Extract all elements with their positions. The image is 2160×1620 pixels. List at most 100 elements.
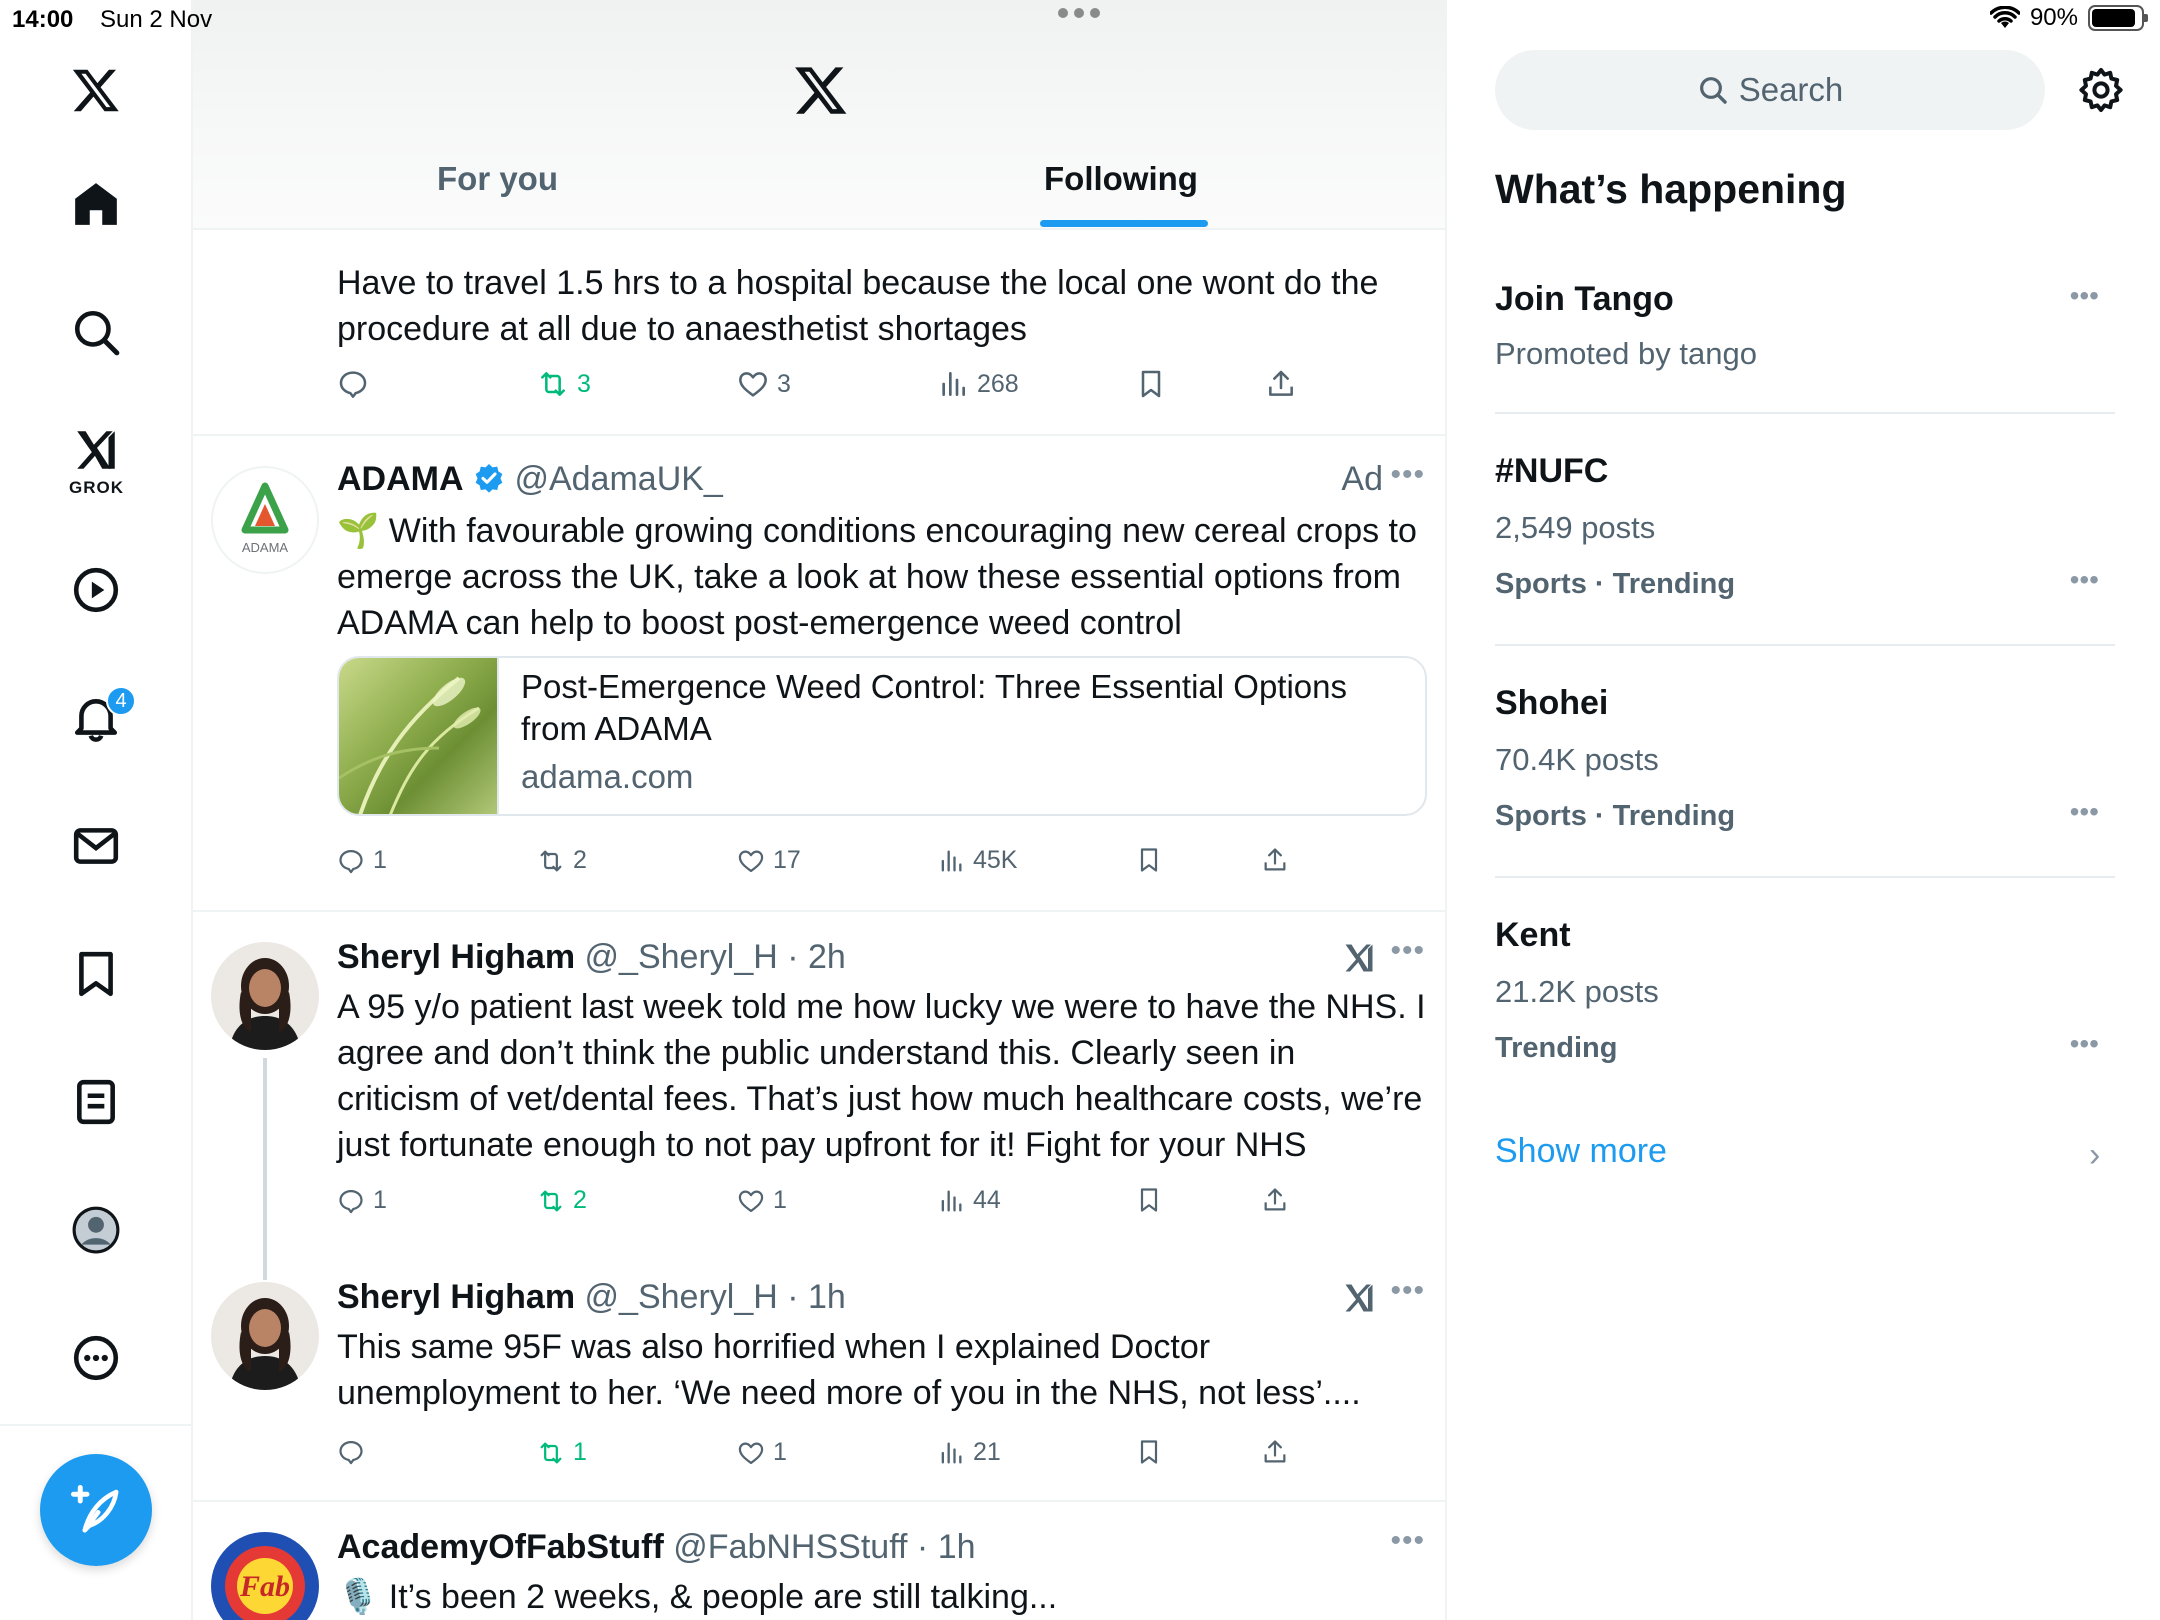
settings-gear-icon[interactable] bbox=[2077, 66, 2125, 114]
profile-avatar-icon[interactable] bbox=[64, 1198, 128, 1262]
lists-document-icon[interactable] bbox=[64, 1070, 128, 1134]
tweet[interactable]: Sheryl Higham @_Sheryl_H · 1h ••• This s… bbox=[193, 1252, 1445, 1502]
trend-more-menu-icon[interactable]: ••• bbox=[2070, 1028, 2099, 1060]
trend-post-count: 21.2K posts bbox=[1495, 974, 1659, 1009]
grok-explain-icon[interactable] bbox=[1341, 940, 1377, 976]
battery-icon bbox=[2088, 5, 2148, 31]
views-chart-icon bbox=[942, 372, 965, 396]
right-sidebar: Search What’s happening Join Tango Promo… bbox=[1449, 0, 2160, 1620]
more-options-icon[interactable] bbox=[64, 1326, 128, 1390]
avatar[interactable] bbox=[211, 1282, 319, 1390]
views-chart-icon bbox=[941, 1190, 962, 1211]
author-handle[interactable]: @AdamaUK_ bbox=[514, 460, 722, 498]
author-name[interactable]: Sheryl Higham bbox=[337, 938, 575, 976]
grok-icon[interactable] bbox=[64, 418, 128, 482]
repost-button[interactable]: 2 bbox=[537, 1186, 587, 1215]
repost-button[interactable]: 2 bbox=[537, 846, 587, 875]
like-count: 1 bbox=[773, 1438, 787, 1466]
author-handle[interactable]: @_Sheryl_H · 1h bbox=[585, 1278, 846, 1316]
home-icon[interactable] bbox=[64, 172, 128, 236]
tab-following[interactable]: Following bbox=[1044, 160, 1198, 198]
x-logo-icon[interactable] bbox=[64, 58, 128, 122]
share-button[interactable] bbox=[1261, 1438, 1289, 1466]
views-button[interactable]: 45K bbox=[937, 846, 1017, 875]
bookmark-button[interactable] bbox=[1135, 1186, 1163, 1214]
trend-item[interactable]: Join Tango Promoted by tango ••• bbox=[1495, 280, 2115, 380]
share-upload-icon bbox=[1264, 1188, 1286, 1211]
show-more-link[interactable]: Show more bbox=[1495, 1132, 1667, 1171]
status-bar: 14:00 Sun 2 Nov 90% bbox=[0, 0, 2160, 40]
compose-post-button[interactable] bbox=[40, 1454, 152, 1566]
like-button[interactable]: 1 bbox=[737, 1186, 787, 1215]
tweet-header: Sheryl Higham @_Sheryl_H · 1h bbox=[337, 1278, 846, 1317]
author-name[interactable]: ADAMA bbox=[337, 460, 464, 498]
multitasking-dots[interactable] bbox=[1058, 8, 1100, 18]
tweet-more-menu-icon[interactable]: ••• bbox=[1390, 1274, 1425, 1308]
like-button[interactable]: 3 bbox=[737, 368, 791, 400]
views-button[interactable]: 268 bbox=[937, 368, 1019, 400]
grok-explain-icon[interactable] bbox=[1341, 1280, 1377, 1316]
reply-count: 1 bbox=[373, 1186, 387, 1214]
views-chart-icon bbox=[941, 850, 962, 871]
bookmark-icon bbox=[1140, 848, 1158, 872]
share-button[interactable] bbox=[1265, 368, 1297, 400]
views-button[interactable]: 44 bbox=[937, 1186, 1001, 1215]
trend-more-menu-icon[interactable]: ••• bbox=[2070, 796, 2099, 828]
like-button[interactable]: 17 bbox=[737, 846, 801, 875]
trend-item[interactable]: #NUFC 2,549 posts Sports · Trending ••• bbox=[1495, 452, 2115, 612]
views-button[interactable]: 21 bbox=[937, 1438, 1001, 1467]
grok-label: GROK bbox=[69, 478, 124, 497]
bookmark-button[interactable] bbox=[1135, 846, 1163, 874]
share-upload-icon bbox=[1264, 1440, 1286, 1463]
trend-more-menu-icon[interactable]: ••• bbox=[2070, 564, 2099, 596]
author-name[interactable]: Sheryl Higham bbox=[337, 1278, 575, 1316]
tweet[interactable]: Fab AcademyOfFabStuff @FabNHSStuff · 1h … bbox=[193, 1502, 1445, 1620]
tweet-more-menu-icon[interactable]: ••• bbox=[1390, 934, 1425, 968]
reply-button[interactable]: 1 bbox=[337, 1186, 387, 1215]
tweet[interactable]: Sheryl Higham @_Sheryl_H · 2h ••• A 95 y… bbox=[193, 912, 1445, 1252]
left-navigation: GROK 4 bbox=[0, 0, 193, 1620]
repost-button[interactable]: 1 bbox=[537, 1438, 587, 1467]
notifications-badge: 4 bbox=[106, 686, 136, 716]
trend-item[interactable]: Shohei 70.4K posts Sports · Trending ••• bbox=[1495, 684, 2115, 844]
tab-for-you[interactable]: For you bbox=[437, 160, 558, 198]
like-count: 17 bbox=[773, 846, 801, 874]
repost-count: 2 bbox=[573, 846, 587, 874]
timeline-column: For you Following Have to travel 1.5 hrs… bbox=[193, 0, 1447, 1620]
views-chart-icon bbox=[941, 1442, 962, 1463]
verified-badge-icon bbox=[475, 464, 503, 493]
video-play-icon[interactable] bbox=[64, 558, 128, 622]
search-input[interactable]: Search bbox=[1495, 50, 2045, 130]
like-button[interactable]: 1 bbox=[737, 1438, 787, 1467]
link-preview-card[interactable]: Post-Emergence Weed Control: Three Essen… bbox=[337, 656, 1427, 816]
bookmark-button[interactable] bbox=[1135, 368, 1167, 400]
battery-percent: 90% bbox=[2029, 4, 2078, 31]
avatar[interactable]: ADAMA bbox=[211, 466, 319, 574]
tweet-header: Sheryl Higham @_Sheryl_H · 2h bbox=[337, 938, 846, 977]
repost-button[interactable]: 3 bbox=[537, 368, 591, 400]
reply-button[interactable] bbox=[337, 368, 369, 400]
view-count: 45K bbox=[973, 846, 1018, 874]
bookmark-button[interactable] bbox=[1135, 1438, 1163, 1466]
tweet-promoted[interactable]: ADAMA ADAMA @AdamaUK_ Ad ••• 🌱 With favo… bbox=[193, 436, 1445, 912]
trend-item[interactable]: Kent 21.2K posts Trending ••• bbox=[1495, 916, 2115, 1076]
avatar[interactable] bbox=[211, 942, 319, 1050]
explore-search-icon[interactable] bbox=[64, 300, 128, 364]
tweet-more-menu-icon[interactable]: ••• bbox=[1390, 1524, 1425, 1558]
author-handle[interactable]: @FabNHSStuff · 1h bbox=[673, 1528, 975, 1566]
tweet-more-menu-icon[interactable]: ••• bbox=[1390, 458, 1425, 492]
avatar[interactable]: Fab bbox=[211, 1532, 319, 1620]
reply-button[interactable]: 1 bbox=[337, 846, 387, 875]
share-button[interactable] bbox=[1261, 1186, 1289, 1214]
svg-text:Fab: Fab bbox=[239, 1570, 290, 1603]
heart-icon bbox=[738, 850, 764, 872]
tweet-header: AcademyOfFabStuff @FabNHSStuff · 1h bbox=[337, 1528, 976, 1567]
author-handle[interactable]: @_Sheryl_H · 2h bbox=[585, 938, 846, 976]
share-button[interactable] bbox=[1261, 846, 1289, 874]
messages-envelope-icon[interactable] bbox=[64, 814, 128, 878]
bookmarks-icon[interactable] bbox=[64, 942, 128, 1006]
tweet[interactable]: Have to travel 1.5 hrs to a hospital bec… bbox=[193, 230, 1445, 436]
reply-button[interactable] bbox=[337, 1438, 365, 1466]
trend-more-menu-icon[interactable]: ••• bbox=[2070, 280, 2099, 312]
author-name[interactable]: AcademyOfFabStuff bbox=[337, 1528, 664, 1566]
